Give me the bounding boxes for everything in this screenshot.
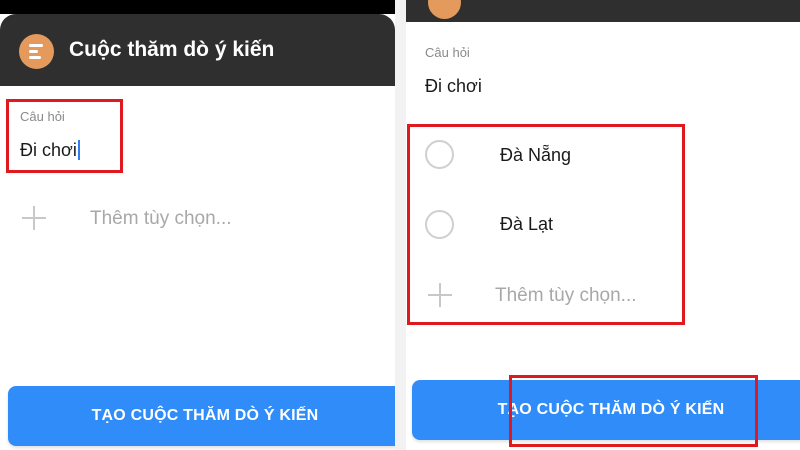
option-label-1[interactable]: Đà Nẵng bbox=[500, 145, 571, 166]
screenshot-stage: Cuộc thăm dò ý kiến Câu hỏi Đi chơi Thêm… bbox=[0, 0, 800, 450]
question-label: Câu hỏi bbox=[425, 45, 470, 60]
question-value: Đi chơi bbox=[20, 140, 77, 160]
status-bar bbox=[0, 0, 395, 14]
question-label: Câu hỏi bbox=[20, 109, 65, 124]
question-input[interactable]: Đi chơi bbox=[20, 140, 80, 161]
question-input[interactable]: Đi chơi bbox=[425, 76, 482, 97]
option-radio-2[interactable] bbox=[425, 210, 454, 239]
option-label-2[interactable]: Đà Lạt bbox=[500, 214, 553, 235]
poll-screen-left: Cuộc thăm dò ý kiến Câu hỏi Đi chơi Thêm… bbox=[0, 0, 395, 450]
plus-icon[interactable] bbox=[22, 206, 46, 230]
plus-icon[interactable] bbox=[428, 283, 452, 307]
add-option-input[interactable]: Thêm tùy chọn... bbox=[495, 285, 637, 307]
poll-icon bbox=[428, 0, 461, 19]
panel-divider bbox=[395, 0, 406, 450]
add-option-input[interactable]: Thêm tùy chọn... bbox=[90, 208, 232, 230]
create-poll-button[interactable]: TẠO CUỘC THĂM DÒ Ý KIẾN bbox=[412, 380, 800, 440]
create-poll-button[interactable]: TẠO CUỘC THĂM DÒ Ý KIẾN bbox=[8, 386, 395, 446]
text-caret bbox=[77, 140, 80, 160]
poll-screen-right: Câu hỏi Đi chơi Đà Nẵng Đà Lạt Thêm tùy … bbox=[406, 0, 800, 450]
option-radio-1[interactable] bbox=[425, 140, 454, 169]
poll-icon bbox=[19, 34, 54, 69]
poll-header: Cuộc thăm dò ý kiến bbox=[0, 14, 395, 86]
page-title: Cuộc thăm dò ý kiến bbox=[69, 38, 275, 61]
poll-header-remnant bbox=[406, 0, 800, 22]
